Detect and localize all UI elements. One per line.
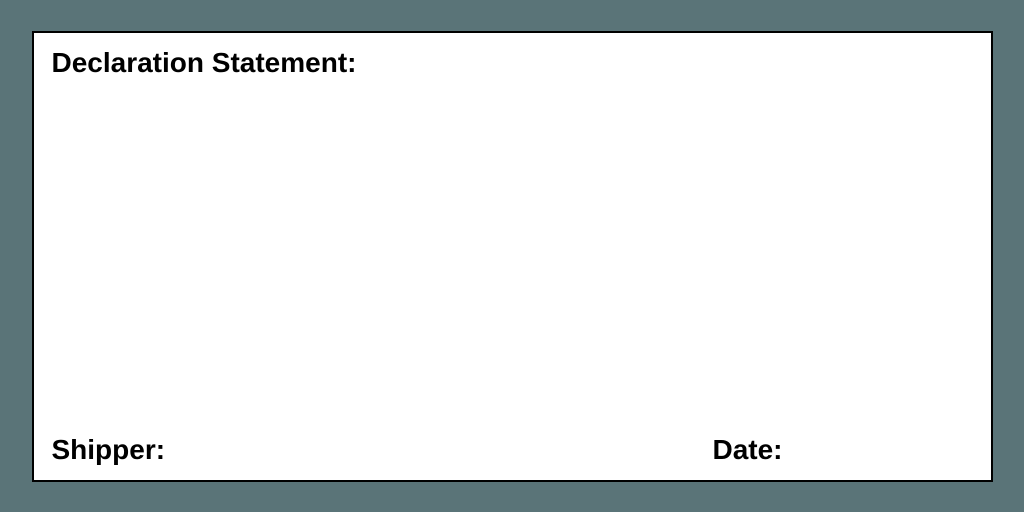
shipper-label: Shipper: — [52, 434, 166, 466]
declaration-statement-label: Declaration Statement: — [52, 47, 973, 79]
declaration-form-box: Declaration Statement: Shipper: Date: — [32, 31, 993, 482]
date-label: Date: — [712, 434, 782, 466]
bottom-row: Shipper: Date: — [52, 434, 973, 466]
